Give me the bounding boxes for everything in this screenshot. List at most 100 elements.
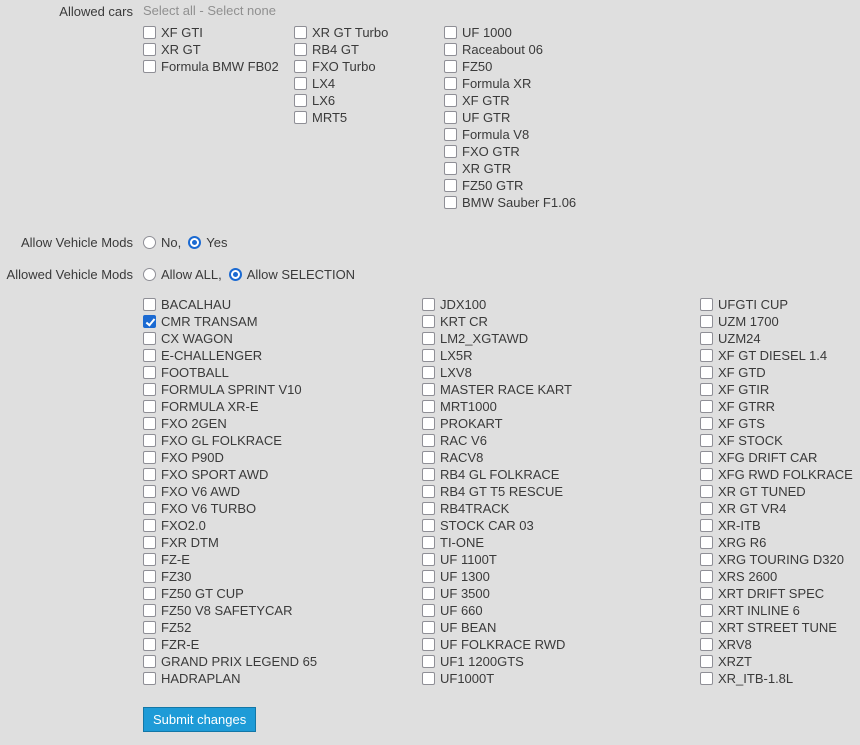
checkbox-icon[interactable] (700, 587, 713, 600)
checkbox-item-xrt-street-tune[interactable]: XRT STREET TUNE (700, 619, 853, 636)
checkbox-icon[interactable] (143, 468, 156, 481)
select-none-link[interactable]: Select none (207, 3, 276, 18)
checkbox-checked-icon[interactable] (143, 315, 156, 328)
checkbox-icon[interactable] (143, 519, 156, 532)
checkbox-item-xrv8[interactable]: XRV8 (700, 636, 853, 653)
checkbox-icon[interactable] (700, 434, 713, 447)
checkbox-item-fz30[interactable]: FZ30 (143, 568, 422, 585)
checkbox-item-xf-gts[interactable]: XF GTS (700, 415, 853, 432)
checkbox-item-fz50[interactable]: FZ50 (444, 58, 576, 75)
checkbox-item-rac-v6[interactable]: RAC V6 (422, 432, 700, 449)
checkbox-item-fxo-gl-folkrace[interactable]: FXO GL FOLKRACE (143, 432, 422, 449)
checkbox-icon[interactable] (422, 621, 435, 634)
checkbox-item-fxo-v6-turbo[interactable]: FXO V6 TURBO (143, 500, 422, 517)
checkbox-icon[interactable] (143, 570, 156, 583)
checkbox-item-raceabout-06[interactable]: Raceabout 06 (444, 41, 576, 58)
checkbox-item-xr-itb[interactable]: XR-ITB (700, 517, 853, 534)
checkbox-item-rb4-gt-t5-rescue[interactable]: RB4 GT T5 RESCUE (422, 483, 700, 500)
checkbox-item-grand-prix-legend-65[interactable]: GRAND PRIX LEGEND 65 (143, 653, 422, 670)
checkbox-icon[interactable] (700, 638, 713, 651)
checkbox-item-xfg-drift-car[interactable]: XFG DRIFT CAR (700, 449, 853, 466)
checkbox-icon[interactable] (700, 315, 713, 328)
checkbox-icon[interactable] (700, 298, 713, 311)
checkbox-icon[interactable] (700, 468, 713, 481)
checkbox-item-lxv8[interactable]: LXV8 (422, 364, 700, 381)
checkbox-item-xr-gt-tuned[interactable]: XR GT TUNED (700, 483, 853, 500)
checkbox-icon[interactable] (422, 570, 435, 583)
checkbox-icon[interactable] (422, 468, 435, 481)
checkbox-item-fz50-gt-cup[interactable]: FZ50 GT CUP (143, 585, 422, 602)
checkbox-icon[interactable] (700, 451, 713, 464)
checkbox-icon[interactable] (700, 383, 713, 396)
checkbox-item-xrg-r6[interactable]: XRG R6 (700, 534, 853, 551)
checkbox-item-stock-car-03[interactable]: STOCK CAR 03 (422, 517, 700, 534)
checkbox-item-xrzt[interactable]: XRZT (700, 653, 853, 670)
checkbox-icon[interactable] (143, 536, 156, 549)
checkbox-icon[interactable] (143, 26, 156, 39)
radio-option-allow-selection[interactable]: Allow SELECTION (228, 266, 355, 283)
checkbox-item-cmr-transam[interactable]: CMR TRANSAM (143, 313, 422, 330)
checkbox-icon[interactable] (422, 315, 435, 328)
checkbox-icon[interactable] (422, 349, 435, 362)
checkbox-icon[interactable] (422, 485, 435, 498)
checkbox-item-football[interactable]: FOOTBALL (143, 364, 422, 381)
checkbox-item-xf-gt-diesel-1-4[interactable]: XF GT DIESEL 1.4 (700, 347, 853, 364)
checkbox-item-fzr-e[interactable]: FZR-E (143, 636, 422, 653)
checkbox-item-krt-cr[interactable]: KRT CR (422, 313, 700, 330)
checkbox-icon[interactable] (444, 111, 457, 124)
checkbox-icon[interactable] (422, 655, 435, 668)
checkbox-icon[interactable] (700, 672, 713, 685)
checkbox-icon[interactable] (143, 43, 156, 56)
checkbox-item-fxo-p90d[interactable]: FXO P90D (143, 449, 422, 466)
checkbox-icon[interactable] (294, 94, 307, 107)
checkbox-icon[interactable] (700, 417, 713, 430)
checkbox-item-lx4[interactable]: LX4 (294, 75, 444, 92)
checkbox-item-xf-gtd[interactable]: XF GTD (700, 364, 853, 381)
checkbox-item-e-challenger[interactable]: E-CHALLENGER (143, 347, 422, 364)
checkbox-item-mrt1000[interactable]: MRT1000 (422, 398, 700, 415)
checkbox-icon[interactable] (700, 349, 713, 362)
checkbox-item-prokart[interactable]: PROKART (422, 415, 700, 432)
checkbox-item-fxo-gtr[interactable]: FXO GTR (444, 143, 576, 160)
checkbox-item-fz52[interactable]: FZ52 (143, 619, 422, 636)
checkbox-icon[interactable] (143, 587, 156, 600)
checkbox-icon[interactable] (294, 60, 307, 73)
checkbox-icon[interactable] (700, 604, 713, 617)
checkbox-item-formula-v8[interactable]: Formula V8 (444, 126, 576, 143)
checkbox-item-xrg-touring-d320[interactable]: XRG TOURING D320 (700, 551, 853, 568)
checkbox-icon[interactable] (422, 638, 435, 651)
checkbox-icon[interactable] (143, 451, 156, 464)
checkbox-item-xf-gtir[interactable]: XF GTIR (700, 381, 853, 398)
checkbox-item-formula-sprint-v10[interactable]: FORMULA SPRINT V10 (143, 381, 422, 398)
checkbox-icon[interactable] (422, 553, 435, 566)
checkbox-icon[interactable] (143, 502, 156, 515)
checkbox-icon[interactable] (700, 553, 713, 566)
checkbox-icon[interactable] (143, 349, 156, 362)
checkbox-item-hadraplan[interactable]: HADRAPLAN (143, 670, 422, 687)
checkbox-item-lx6[interactable]: LX6 (294, 92, 444, 109)
checkbox-icon[interactable] (444, 179, 457, 192)
checkbox-item-xr-gt[interactable]: XR GT (143, 41, 294, 58)
checkbox-icon[interactable] (444, 60, 457, 73)
checkbox-item-mrt5[interactable]: MRT5 (294, 109, 444, 126)
checkbox-icon[interactable] (700, 502, 713, 515)
checkbox-item-fxo-2gen[interactable]: FXO 2GEN (143, 415, 422, 432)
checkbox-icon[interactable] (444, 162, 457, 175)
checkbox-icon[interactable] (294, 26, 307, 39)
checkbox-item-fz50-v8-safetycar[interactable]: FZ50 V8 SAFETYCAR (143, 602, 422, 619)
checkbox-item-cx-wagon[interactable]: CX WAGON (143, 330, 422, 347)
checkbox-icon[interactable] (143, 434, 156, 447)
checkbox-icon[interactable] (143, 621, 156, 634)
checkbox-icon[interactable] (294, 43, 307, 56)
checkbox-item-uf-1100t[interactable]: UF 1100T (422, 551, 700, 568)
checkbox-item-uf-660[interactable]: UF 660 (422, 602, 700, 619)
checkbox-icon[interactable] (422, 366, 435, 379)
checkbox-item-uf-3500[interactable]: UF 3500 (422, 585, 700, 602)
checkbox-item-racv8[interactable]: RACV8 (422, 449, 700, 466)
checkbox-icon[interactable] (143, 672, 156, 685)
checkbox-item-uf-bean[interactable]: UF BEAN (422, 619, 700, 636)
checkbox-item-bmw-sauber-f1-06[interactable]: BMW Sauber F1.06 (444, 194, 576, 211)
checkbox-item-ufgti-cup[interactable]: UFGTI CUP (700, 296, 853, 313)
checkbox-item-uf-gtr[interactable]: UF GTR (444, 109, 576, 126)
checkbox-icon[interactable] (444, 26, 457, 39)
